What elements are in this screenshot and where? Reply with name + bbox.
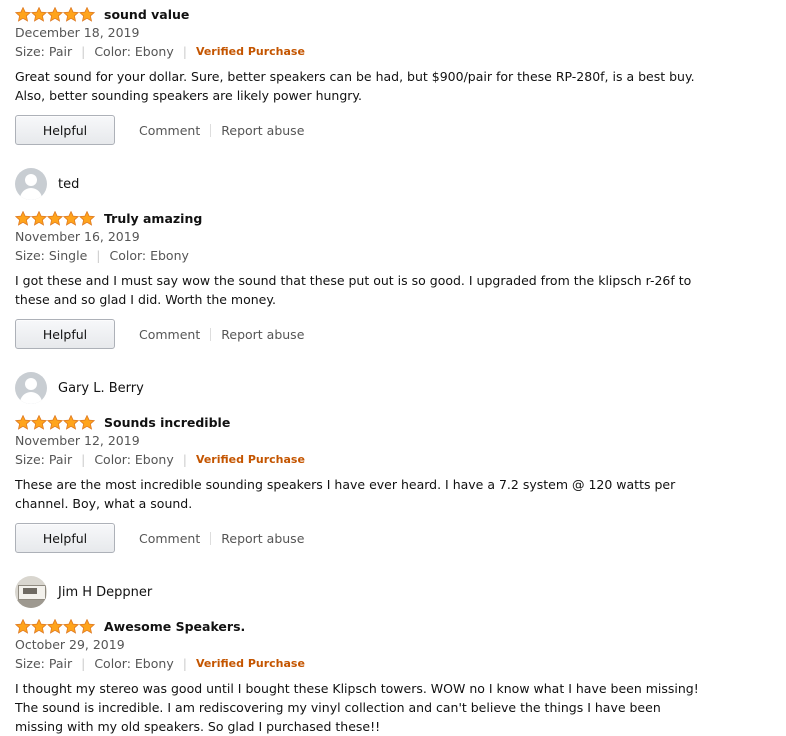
reviewer-name[interactable]: Jim H Deppner [58, 585, 152, 600]
reviewer-name[interactable]: ted [58, 177, 79, 192]
review-date: December 18, 2019 [15, 25, 140, 40]
review-date: November 12, 2019 [15, 433, 140, 448]
helpful-button[interactable]: Helpful [15, 115, 115, 145]
rating-row: sound value [15, 4, 189, 24]
review-date: November 16, 2019 [15, 229, 140, 244]
star-icon [47, 414, 63, 430]
star-icon [63, 210, 79, 226]
review-text: These are the most incredible sounding s… [15, 477, 676, 511]
review-text: Great sound for your dollar. Sure, bette… [15, 69, 695, 103]
divider [210, 327, 212, 341]
separator: | [96, 248, 101, 263]
star-icon [63, 6, 79, 22]
separator: | [81, 452, 86, 467]
review-date: October 29, 2019 [15, 637, 125, 652]
star-icon [79, 210, 95, 226]
comment-link[interactable]: Comment [139, 327, 200, 342]
star-rating [15, 414, 95, 430]
star-rating [15, 210, 95, 226]
separator: | [182, 44, 187, 59]
verified-purchase-badge: Verified Purchase [195, 453, 305, 466]
review-actions: Helpful Comment Report abuse [15, 115, 304, 145]
divider [210, 531, 212, 545]
size-label[interactable]: Size: Pair [15, 44, 72, 59]
reviewer-name[interactable]: Gary L. Berry [58, 381, 144, 396]
star-icon [63, 618, 79, 634]
review-title[interactable]: Sounds incredible [104, 415, 230, 430]
review-meta: Size: Single | Color: Ebony [15, 248, 189, 263]
avatar [15, 576, 47, 608]
star-icon [47, 6, 63, 22]
reviewer-profile[interactable]: ted [15, 168, 79, 200]
avatar [15, 168, 47, 200]
verified-purchase-badge: Verified Purchase [195, 45, 305, 58]
review-text: I got these and I must say wow the sound… [15, 273, 692, 307]
divider [210, 123, 212, 137]
separator: | [182, 656, 187, 671]
size-label[interactable]: Size: Pair [15, 656, 72, 671]
separator: | [81, 44, 86, 59]
comment-link[interactable]: Comment [139, 123, 200, 138]
review-title[interactable]: Truly amazing [104, 211, 202, 226]
color-label[interactable]: Color: Ebony [94, 452, 173, 467]
report-abuse-link[interactable]: Report abuse [221, 327, 304, 342]
rating-row: Truly amazing [15, 208, 202, 228]
rating-row: Sounds incredible [15, 412, 230, 432]
star-rating [15, 6, 95, 22]
star-icon [63, 414, 79, 430]
report-abuse-link[interactable]: Report abuse [221, 531, 304, 546]
color-label[interactable]: Color: Ebony [94, 656, 173, 671]
verified-purchase-badge: Verified Purchase [195, 657, 305, 670]
helpful-button[interactable]: Helpful [15, 319, 115, 349]
star-icon [15, 210, 31, 226]
color-label[interactable]: Color: Ebony [94, 44, 173, 59]
size-label[interactable]: Size: Single [15, 248, 87, 263]
avatar [15, 372, 47, 404]
reviewer-profile[interactable]: Jim H Deppner [15, 576, 152, 608]
report-abuse-link[interactable]: Report abuse [221, 123, 304, 138]
review-title[interactable]: sound value [104, 7, 189, 22]
helpful-button[interactable]: Helpful [15, 523, 115, 553]
star-icon [79, 414, 95, 430]
review-meta: Size: Pair | Color: Ebony | Verified Pur… [15, 656, 305, 671]
review-actions: Helpful Comment Report abuse [15, 319, 304, 349]
star-icon [15, 6, 31, 22]
comment-link[interactable]: Comment [139, 531, 200, 546]
size-label[interactable]: Size: Pair [15, 452, 72, 467]
review-actions: Helpful Comment Report abuse [15, 523, 304, 553]
star-icon [31, 414, 47, 430]
star-icon [47, 210, 63, 226]
review-meta: Size: Pair | Color: Ebony | Verified Pur… [15, 452, 305, 467]
star-icon [15, 414, 31, 430]
separator: | [81, 656, 86, 671]
star-icon [15, 618, 31, 634]
reviewer-profile[interactable]: Gary L. Berry [15, 372, 144, 404]
star-icon [79, 618, 95, 634]
star-icon [31, 6, 47, 22]
star-icon [47, 618, 63, 634]
review-text: I thought my stereo was good until I bou… [15, 681, 699, 734]
star-icon [31, 210, 47, 226]
review-title[interactable]: Awesome Speakers. [104, 619, 245, 634]
star-icon [31, 618, 47, 634]
color-label[interactable]: Color: Ebony [110, 248, 189, 263]
review-meta: Size: Pair | Color: Ebony | Verified Pur… [15, 44, 305, 59]
rating-row: Awesome Speakers. [15, 616, 245, 636]
separator: | [182, 452, 187, 467]
star-icon [79, 6, 95, 22]
star-rating [15, 618, 95, 634]
